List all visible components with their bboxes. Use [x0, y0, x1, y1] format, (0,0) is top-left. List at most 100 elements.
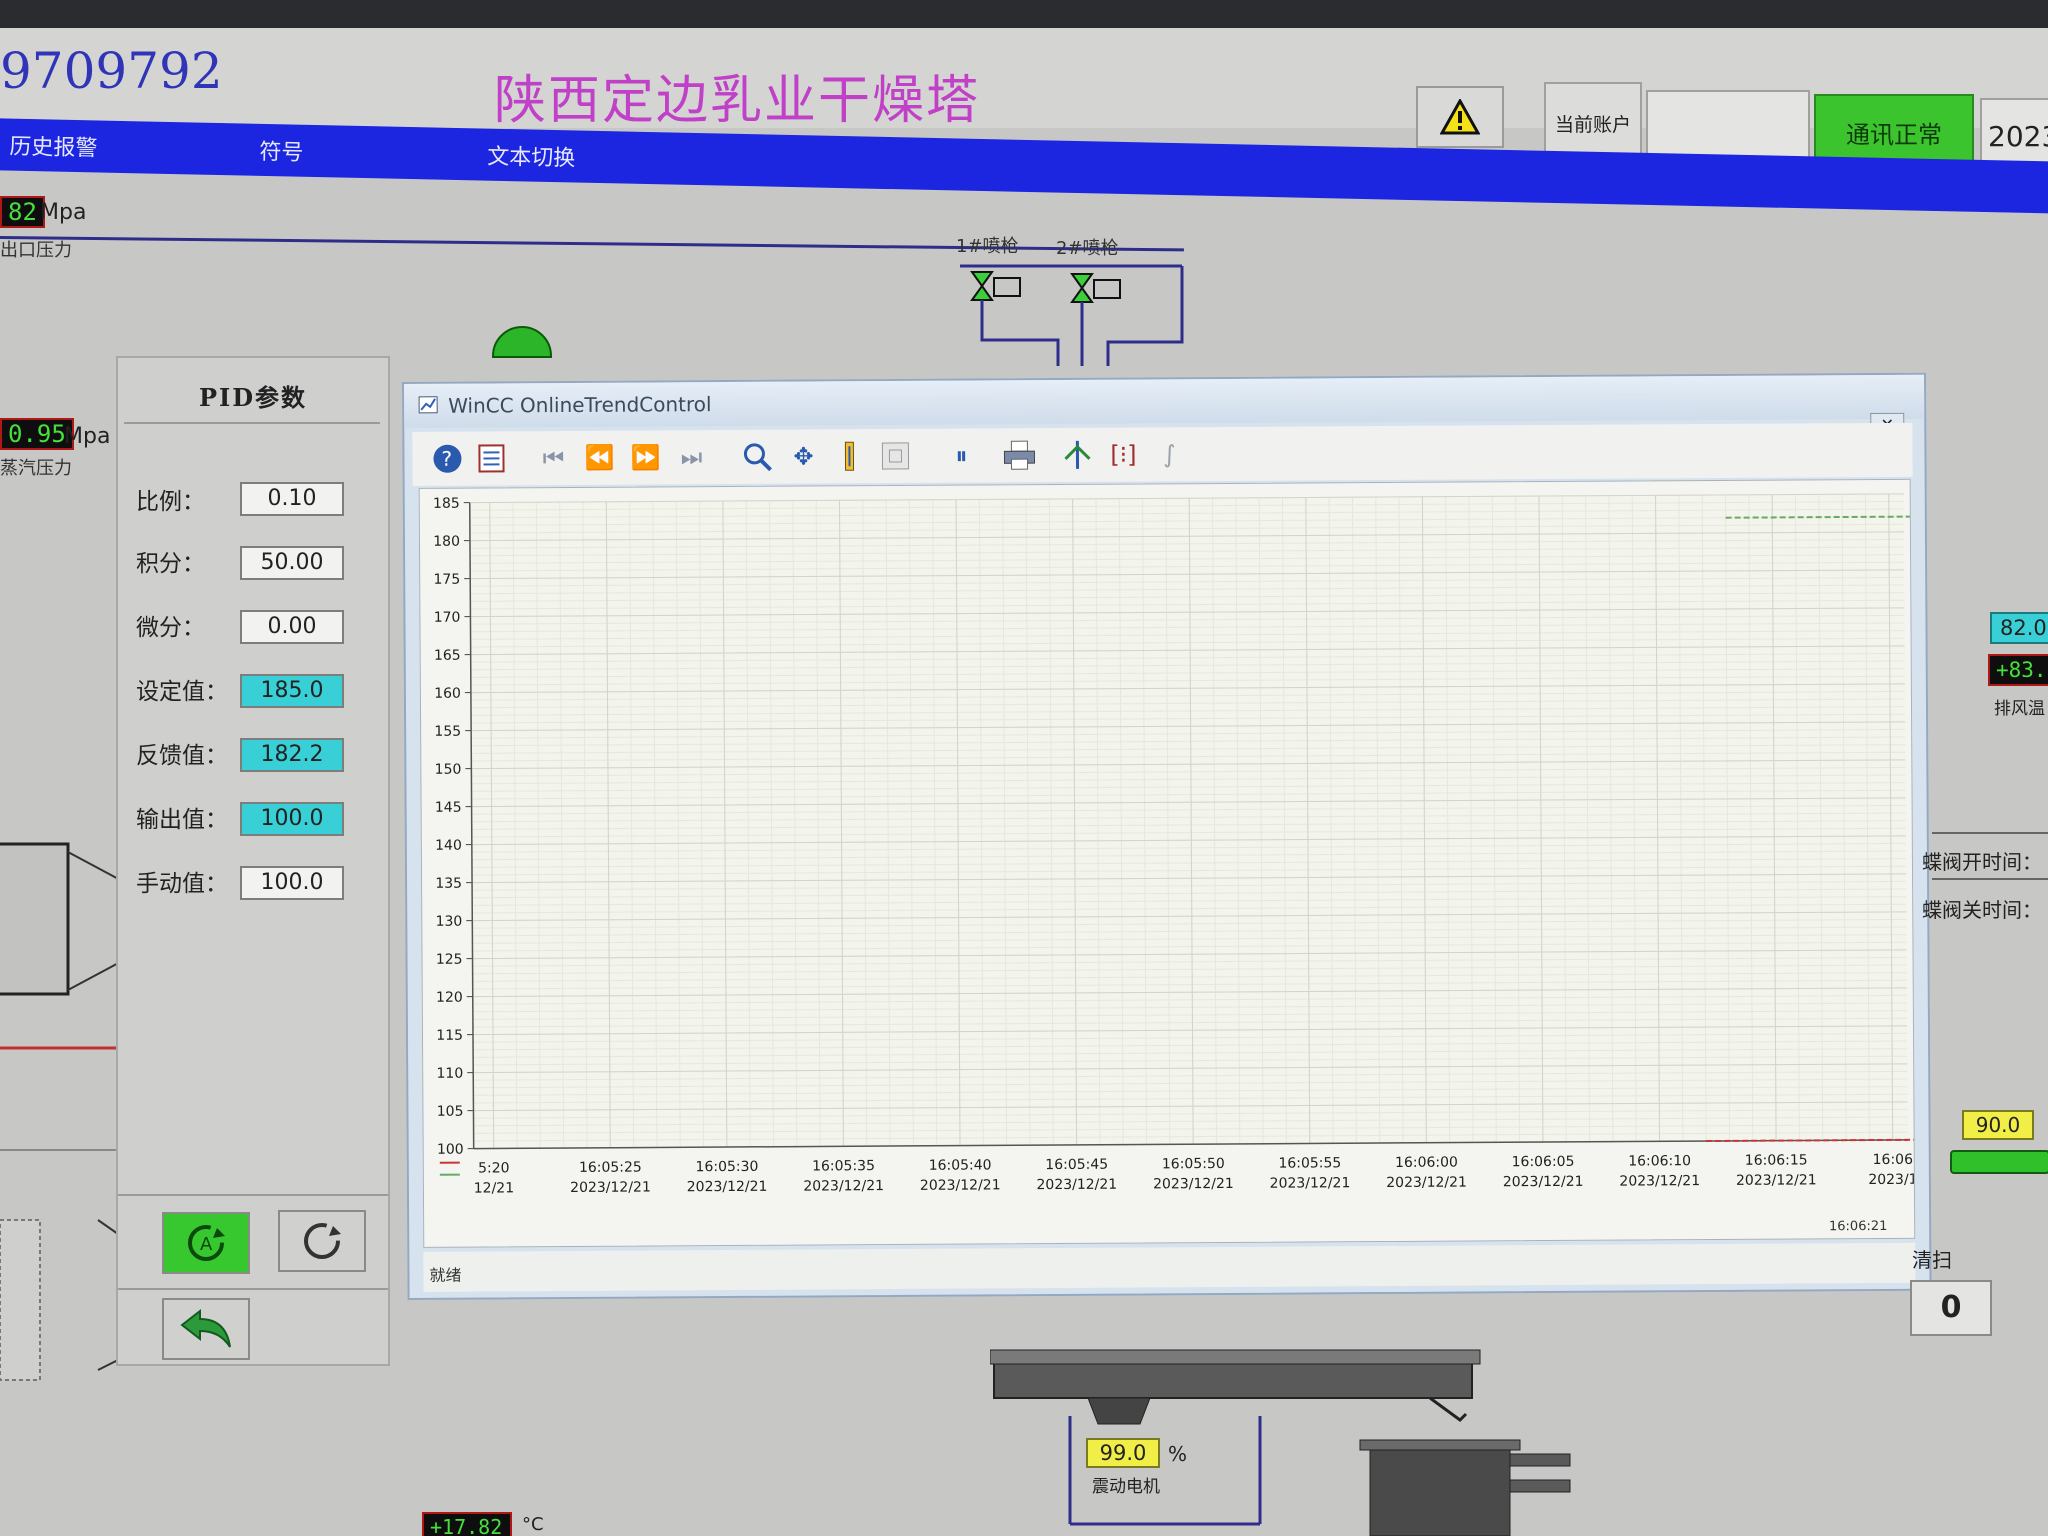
trend-window-title: WinCC OnlineTrendControl	[448, 392, 712, 418]
y-tick-label: 165	[434, 648, 461, 664]
back-arrow-icon	[180, 1308, 231, 1348]
y-tick-label: 135	[435, 876, 462, 892]
y-tick-label: 155	[434, 724, 461, 740]
clean-label: 清扫	[1912, 1248, 1952, 1272]
x-tick-label-date: 2023/1	[1868, 1172, 1914, 1188]
x-tick-label-date: 2023/12/21	[1503, 1174, 1584, 1190]
auto-mode-button[interactable]: A	[162, 1212, 250, 1274]
steam-pressure-tag: 蒸汽压力	[0, 458, 72, 479]
x-tick-label-time: 16:05:40	[929, 1157, 992, 1173]
x-tick-label-time: 16:06	[1873, 1152, 1914, 1168]
pid-label-setpoint: 设定值：	[136, 679, 228, 705]
valve-actuator	[1950, 1150, 2048, 1174]
next-icon[interactable]: ⏩	[626, 438, 664, 476]
back-button[interactable]	[162, 1298, 250, 1360]
x-tick-label-time: 16:05:45	[1045, 1157, 1108, 1173]
y-tick-label: 145	[435, 800, 462, 816]
pid-label-manual: 手动值：	[136, 871, 228, 897]
pause-icon[interactable]: ⏸	[942, 436, 980, 474]
pid-proportional-field[interactable]: 0.10	[240, 482, 344, 516]
refresh-icon	[304, 1223, 341, 1259]
clean-counter[interactable]: 0	[1910, 1280, 1992, 1336]
pid-manual-field[interactable]: 100.0	[240, 866, 344, 900]
pid-divider	[124, 422, 380, 424]
pid-label-proportional: 比例：	[136, 489, 205, 515]
last-icon[interactable]: ⏭	[672, 438, 710, 476]
svg-text:A: A	[200, 1234, 213, 1255]
y-tick-label: 110	[436, 1066, 463, 1082]
trend-window-icon	[418, 396, 438, 414]
x-tick-label-time: 16:05:50	[1162, 1156, 1225, 1172]
trend-chart[interactable]: 185 180 175 170 165 160 155 150 145 140 135 130 125 1…	[420, 480, 1918, 1247]
trend-status-bar: 就绪	[423, 1242, 1916, 1292]
alarm-button[interactable]	[1416, 86, 1504, 148]
select-range-icon[interactable]: [⁝]	[1104, 435, 1142, 473]
menu-symbols[interactable]: 符号	[259, 134, 304, 167]
help-icon[interactable]: ?	[428, 440, 466, 478]
outlet-pressure-value: 82	[0, 196, 45, 228]
manual-mode-button[interactable]	[278, 1210, 366, 1272]
trend-toolbar: ? ⏮ ⏪ ⏩ ⏭ ✥ ⏸ [⁝] ∫	[412, 422, 1913, 486]
x-tick-label-date: 12/21	[474, 1180, 514, 1196]
pan-icon[interactable]: ✥	[784, 437, 822, 475]
trend-titlebar[interactable]: WinCC OnlineTrendControl	[404, 374, 1925, 428]
y-tick-label: 180	[433, 534, 460, 550]
x-tick-label-time: 16:06:05	[1512, 1154, 1575, 1170]
svg-text:?: ?	[441, 447, 452, 471]
y-tick-label: 100	[437, 1142, 464, 1158]
first-icon[interactable]: ⏮	[534, 439, 572, 477]
bottom-temp-unit: °C	[522, 1514, 544, 1535]
outlet-pressure-unit: Mpa	[40, 200, 87, 225]
x-tick-label-time: 16:05:25	[579, 1160, 642, 1176]
x-tick-label-date: 2023/12/21	[1619, 1173, 1700, 1189]
x-tick-label-time: 16:06:15	[1745, 1152, 1808, 1168]
x-tick-label-date: 2023/12/21	[920, 1177, 1001, 1193]
x-tick-label-time: 5:20	[478, 1160, 510, 1176]
pid-output-field: 100.0	[240, 802, 344, 836]
y-tick-label: 130	[436, 914, 463, 930]
y-tick-label: 125	[436, 952, 463, 968]
ruler-icon[interactable]	[1058, 436, 1096, 474]
pid-integral-field[interactable]: 50.00	[240, 546, 344, 580]
print-icon[interactable]	[1000, 436, 1038, 474]
y-tick-label: 185	[433, 496, 460, 512]
bottom-temp-value: +17.82	[422, 1512, 512, 1536]
prev-icon[interactable]: ⏪	[580, 439, 618, 477]
pid-label-output: 输出值：	[136, 807, 228, 833]
valve-open-time-label: 蝶阀开时间：	[1922, 850, 2042, 874]
vibration-motor-label: 震动电机	[1092, 1477, 1160, 1497]
x-tick-label-date: 2023/12/21	[1736, 1172, 1817, 1188]
x-tick-label-time: 16:06:10	[1628, 1153, 1691, 1169]
zoom-y-icon[interactable]	[830, 437, 868, 475]
valve-position-value: 90.0	[1962, 1110, 2034, 1140]
pid-derivative-field[interactable]: 0.00	[240, 610, 344, 644]
x-tick-label-time: 16:06:00	[1395, 1155, 1458, 1171]
outlet-pressure-tag: 出口压力	[0, 240, 72, 261]
page-title: 陕西定边乳业干燥塔	[494, 71, 981, 131]
nozzle-valves-diagram	[960, 264, 1184, 366]
zoom-area-icon[interactable]	[876, 437, 914, 475]
config-icon[interactable]	[472, 439, 510, 477]
zoom-icon[interactable]	[738, 438, 776, 476]
exhaust-temp-tag: 排风温	[1994, 699, 2045, 719]
x-tick-label-date: 2023/12/21	[1036, 1177, 1117, 1193]
menu-text-switch[interactable]: 文本切换	[487, 139, 576, 173]
pid-button-divider	[118, 1194, 388, 1196]
y-tick-label: 105	[437, 1104, 464, 1120]
x-tick-label-time: 16:05:55	[1278, 1155, 1341, 1171]
vibration-motor-value: 99.0	[1086, 1438, 1160, 1468]
y-tick-label: 115	[436, 1028, 463, 1044]
pid-setpoint-field[interactable]: 185.0	[240, 674, 344, 708]
series-line-2	[1725, 515, 1913, 519]
x-tick-label-date: 2023/12/21	[1153, 1176, 1234, 1192]
right-divider-1	[1932, 832, 2048, 834]
y-tick-label: 170	[434, 610, 461, 626]
series-line-1	[1706, 1138, 1917, 1143]
x-tick-label-time: 16:05:35	[812, 1158, 875, 1174]
statistics-icon[interactable]: ∫	[1150, 435, 1188, 473]
right-value-1: 82.0	[1990, 612, 2048, 644]
y-tick-label: 140	[435, 838, 462, 854]
x-tick-label-date: 2023/12/21	[1270, 1175, 1351, 1191]
menu-alarm-history[interactable]: 历史报警	[9, 129, 98, 163]
nozzle-1-label: 1#喷枪	[956, 236, 1019, 257]
